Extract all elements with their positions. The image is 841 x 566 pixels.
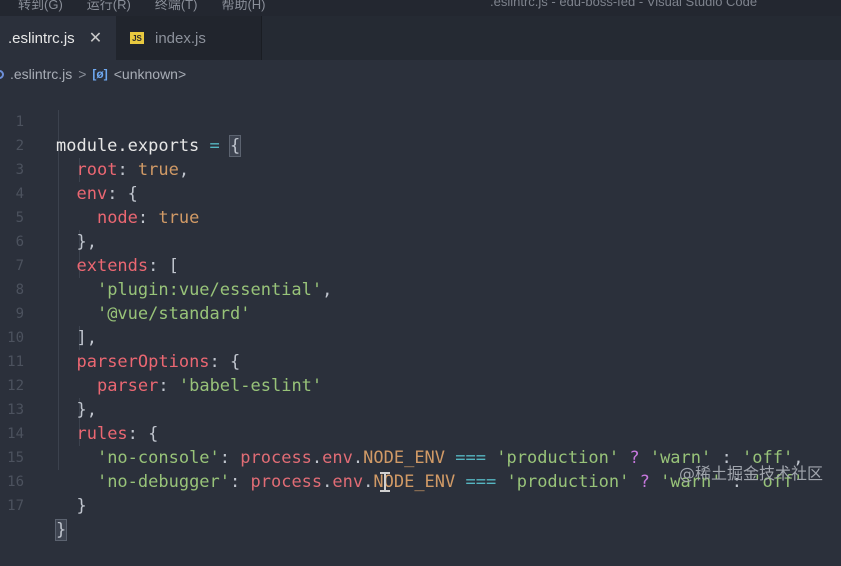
chevron-right-icon: > <box>78 66 87 82</box>
code-line: 4 node: true <box>0 158 841 228</box>
code-line: 7 'plugin:vue/essential', <box>0 230 841 300</box>
window-title: .eslintrc.js - edu-boss-fed - Visual Stu… <box>490 0 758 9</box>
code-line: 2 root: true, <box>0 110 841 180</box>
code-editor[interactable]: 1 module.exports = { 2 root: true, 3 env… <box>0 86 841 541</box>
code-line: 10 parserOptions: { <box>0 302 841 372</box>
code-line: 9 ], <box>0 278 841 348</box>
tab-index-js[interactable]: JS index.js <box>116 16 262 60</box>
breadcrumb-file[interactable]: .eslintrc.js <box>10 66 72 82</box>
text-cursor-icon <box>380 472 390 492</box>
tab-eslintrc[interactable]: .eslintrc.js ✕ <box>0 16 116 60</box>
menu-terminal[interactable]: 终端(T) <box>155 0 198 13</box>
js-file-icon: JS <box>130 32 144 44</box>
code-line: 12 }, <box>0 350 841 420</box>
watermark: @稀土掘金技术社区 <box>678 464 823 483</box>
code-line: 6 extends: [ <box>0 206 841 276</box>
tab-label: .eslintrc.js <box>8 29 75 47</box>
code-line: 13 rules: { <box>0 374 841 444</box>
code-line: 15 'no-debugger': process.env.NODE_ENV =… <box>0 422 841 492</box>
menu-bar: 转到(G) 运行(R) 终端(T) 帮助(H) .eslintrc.js - e… <box>0 0 841 16</box>
code-line: 3 env: { <box>0 134 841 204</box>
menu-goto[interactable]: 转到(G) <box>18 0 63 13</box>
code-line: 14 'no-console': process.env.NODE_ENV ==… <box>0 398 841 468</box>
code-line: 8 '@vue/standard' <box>0 254 841 324</box>
close-icon[interactable]: ✕ <box>89 28 102 48</box>
tab-bar: .eslintrc.js ✕ JS index.js <box>0 16 841 60</box>
symbol-icon: [ø] <box>92 67 108 81</box>
menu-help[interactable]: 帮助(H) <box>221 0 265 13</box>
line-number: 17 <box>7 498 24 514</box>
code-line: 11 parser: 'babel-eslint' <box>0 326 841 396</box>
file-icon <box>0 69 4 79</box>
bracket-highlight: } <box>54 519 68 541</box>
tab-label: index.js <box>155 29 206 47</box>
breadcrumb-symbol[interactable]: <unknown> <box>114 66 186 82</box>
breadcrumb: .eslintrc.js > [ø] <unknown> <box>0 60 841 88</box>
code-line: 1 module.exports = { <box>0 86 841 157</box>
menu-run[interactable]: 运行(R) <box>87 0 131 13</box>
code-line: 5 }, <box>0 182 841 252</box>
